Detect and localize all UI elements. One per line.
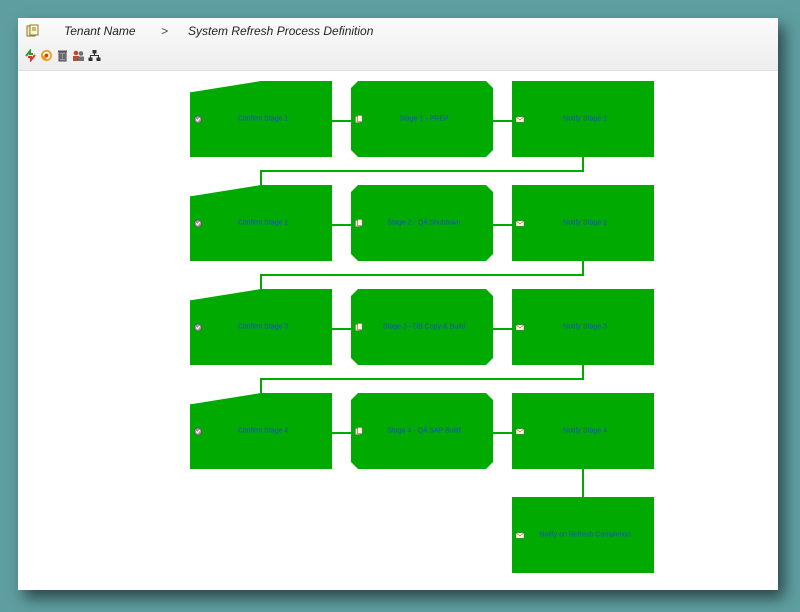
connector: [493, 120, 512, 122]
stage-1-node[interactable]: Stage 1 - PREP: [351, 81, 493, 157]
notify-stage-2-node[interactable]: Notify Stage 2: [512, 185, 654, 261]
connector: [260, 274, 583, 276]
process-canvas: Confirm Stage 1 Stage 1 - PREP Notify Stag…: [18, 71, 778, 590]
hierarchy-icon[interactable]: [88, 49, 101, 62]
connector: [582, 469, 584, 497]
notify-stage-1-node[interactable]: Notify Stage 1: [512, 81, 654, 157]
node-label: Confirm Stage 3: [237, 323, 289, 331]
stage-2-node[interactable]: Stage 2 - QA Shutdown: [351, 185, 493, 261]
node-label: Notify Stage 3: [563, 323, 607, 331]
stage-3-node[interactable]: Stage 3 - DB Copy & Build: [351, 289, 493, 365]
reload-icon[interactable]: [40, 49, 53, 62]
node-label: Stage 2 - QA Shutdown: [387, 219, 461, 227]
refresh-icon[interactable]: [24, 49, 37, 62]
users-icon[interactable]: [72, 49, 85, 62]
connector: [332, 328, 351, 330]
connector: [332, 432, 351, 434]
node-label: Confirm Stage 4: [237, 427, 289, 435]
node-label: Stage 3 - DB Copy & Build: [382, 323, 466, 331]
node-label: Confirm Stage 2: [237, 219, 289, 227]
node-label: Notify Stage 1: [563, 115, 607, 123]
stage-4-node[interactable]: Stage 4 - QA SAP Build: [351, 393, 493, 469]
confirm-stage-1-node[interactable]: Confirm Stage 1: [190, 81, 332, 157]
document-icon: [26, 24, 39, 37]
app-window: Tenant Name > System Refresh Process Def…: [18, 18, 778, 590]
connector: [493, 224, 512, 226]
connector: [260, 170, 583, 172]
node-label: Notify Stage 2: [563, 219, 607, 227]
connector: [260, 378, 583, 380]
notify-stage-3-node[interactable]: Notify Stage 3: [512, 289, 654, 365]
node-label: Notify Stage 4: [563, 427, 607, 435]
connector: [493, 328, 512, 330]
connector: [493, 432, 512, 434]
header-bar: Tenant Name > System Refresh Process Def…: [18, 18, 778, 71]
node-label: Notify on Refresh Completion: [539, 531, 631, 539]
confirm-stage-4-node[interactable]: Confirm Stage 4: [190, 393, 332, 469]
breadcrumb-separator: >: [161, 24, 169, 38]
notify-stage-4-node[interactable]: Notify Stage 4: [512, 393, 654, 469]
confirm-stage-2-node[interactable]: Confirm Stage 2: [190, 185, 332, 261]
notify-refresh-completion-node[interactable]: Notify on Refresh Completion: [512, 497, 654, 573]
delete-icon[interactable]: [56, 49, 69, 62]
page-title: System Refresh Process Definition: [188, 24, 374, 38]
node-label: Confirm Stage 1: [237, 115, 289, 123]
connector: [332, 120, 351, 122]
connector: [332, 224, 351, 226]
confirm-stage-3-node[interactable]: Confirm Stage 3: [190, 289, 332, 365]
node-label: Stage 4 - QA SAP Build: [387, 427, 461, 435]
breadcrumb-tenant[interactable]: Tenant Name: [64, 24, 136, 38]
node-label: Stage 1 - PREP: [399, 115, 449, 123]
